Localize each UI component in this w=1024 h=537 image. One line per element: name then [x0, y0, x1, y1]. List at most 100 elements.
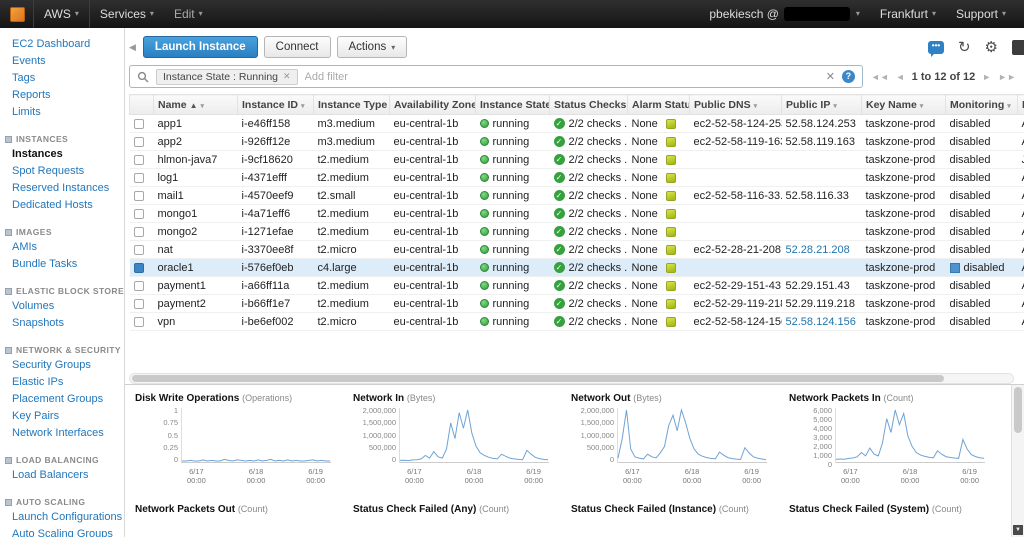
nav-support-menu[interactable]: Support ▾ — [946, 0, 1016, 28]
create-alarm-icon[interactable] — [666, 299, 676, 309]
create-alarm-icon[interactable] — [666, 173, 676, 183]
first-page-icon[interactable]: ◄◄ — [871, 72, 889, 82]
create-alarm-icon[interactable] — [666, 209, 676, 219]
scroll-down-icon[interactable]: ▼ — [1013, 525, 1023, 535]
collapse-sidebar-icon[interactable]: ◀ — [129, 42, 136, 53]
create-alarm-icon[interactable] — [666, 137, 676, 147]
gear-icon[interactable]: ⚙ — [985, 40, 998, 55]
chart-status-check-failed-instance[interactable]: Status Check Failed (Instance) (Count) — [571, 501, 789, 517]
sidebar-item-spot-requests[interactable]: Spot Requests — [0, 163, 124, 180]
row-checkbox[interactable] — [134, 119, 144, 129]
row-checkbox[interactable] — [134, 299, 144, 309]
sidebar-item-reports[interactable]: Reports — [0, 87, 124, 104]
sidebar-item-placement-groups[interactable]: Placement Groups — [0, 391, 124, 408]
chart-status-check-failed-system[interactable]: Status Check Failed (System) (Count) — [789, 501, 1007, 517]
table-row-app1[interactable]: app1i-e46ff158m3.mediumeu-central-1brunn… — [130, 115, 1024, 133]
column-header-monitoring[interactable]: Monitoring▾ — [946, 95, 1018, 115]
row-checkbox[interactable] — [134, 281, 144, 291]
feedback-icon[interactable]: ••• — [928, 41, 944, 54]
table-row-payment2[interactable]: payment2i-b66ff1e7t2.mediumeu-central-1b… — [130, 295, 1024, 313]
row-checkbox[interactable] — [134, 191, 144, 201]
chart-disk-write-operations[interactable]: Disk Write Operations (Operations)10.750… — [135, 390, 353, 485]
create-alarm-icon[interactable] — [666, 155, 676, 165]
sidebar-item-dedicated-hosts[interactable]: Dedicated Hosts — [0, 197, 124, 214]
table-row-mongo1[interactable]: mongo1i-4a71eff6t2.mediumeu-central-1bru… — [130, 205, 1024, 223]
column-header-instance-state[interactable]: Instance State▾ — [476, 95, 550, 115]
create-alarm-icon[interactable] — [666, 119, 676, 129]
column-header-status-checks[interactable]: Status Checks▾ — [550, 95, 628, 115]
public-ip-cell[interactable]: 52.28.21.208 — [782, 241, 862, 259]
column-header-availability-zone[interactable]: Availability Zone▾ — [390, 95, 476, 115]
table-row-nat[interactable]: nati-3370ee8ft2.microeu-central-1brunnin… — [130, 241, 1024, 259]
horizontal-scrollbar-thumb[interactable] — [132, 375, 944, 382]
horizontal-scrollbar[interactable] — [129, 373, 1014, 384]
column-header-alarm-status[interactable]: Alarm Status▾ — [628, 95, 690, 115]
table-row-hlmon-java7[interactable]: hlmon-java7i-9cf18620t2.mediumeu-central… — [130, 151, 1024, 169]
sidebar-item-key-pairs[interactable]: Key Pairs — [0, 408, 124, 425]
clear-filters-icon[interactable]: ✕ — [826, 70, 835, 83]
sidebar-item-snapshots[interactable]: Snapshots — [0, 315, 124, 332]
aws-logo-icon[interactable] — [10, 7, 25, 22]
nav-account-menu[interactable]: pbekiesch @ ▾ — [699, 0, 870, 28]
chart-network-packets-out[interactable]: Network Packets Out (Count) — [135, 501, 353, 517]
sidebar-item-security-groups[interactable]: Security Groups — [0, 357, 124, 374]
nav-menu-services[interactable]: Services ▾ — [90, 0, 164, 28]
nav-menu-aws[interactable]: AWS ▾ — [34, 0, 89, 28]
sidebar-item-bundle-tasks[interactable]: Bundle Tasks — [0, 256, 124, 273]
help-icon[interactable] — [1012, 40, 1024, 55]
create-alarm-icon[interactable] — [666, 245, 676, 255]
filter-chip[interactable]: Instance State : Running ✕ — [156, 69, 298, 85]
column-header-key-name[interactable]: Key Name▾ — [862, 95, 946, 115]
last-page-icon[interactable]: ►► — [998, 72, 1016, 82]
column-header-l[interactable]: L▾ — [1018, 95, 1024, 115]
row-checkbox[interactable] — [134, 317, 144, 327]
chart-network-out[interactable]: Network Out (Bytes)2,000,0001,500,0001,0… — [571, 390, 789, 485]
column-header-public-ip[interactable]: Public IP▾ — [782, 95, 862, 115]
create-alarm-icon[interactable] — [666, 281, 676, 291]
column-header-public-dns[interactable]: Public DNS▾ — [690, 95, 782, 115]
table-row-payment1[interactable]: payment1i-a66ff11at2.mediumeu-central-1b… — [130, 277, 1024, 295]
sidebar-item-elastic-ips[interactable]: Elastic IPs — [0, 374, 124, 391]
chart-network-packets-in[interactable]: Network Packets In (Count)6,0005,0004,00… — [789, 390, 1007, 485]
remove-filter-icon[interactable]: ✕ — [283, 71, 291, 82]
sidebar-item-volumes[interactable]: Volumes — [0, 298, 124, 315]
sidebar-item-instances[interactable]: Instances — [0, 146, 124, 163]
refresh-icon[interactable]: ↻ — [958, 40, 971, 55]
prev-page-icon[interactable]: ◄ — [896, 72, 905, 82]
sidebar-item-network-interfaces[interactable]: Network Interfaces — [0, 425, 124, 442]
row-checkbox[interactable] — [134, 137, 144, 147]
next-page-icon[interactable]: ► — [982, 72, 991, 82]
row-checkbox[interactable] — [134, 155, 144, 165]
table-row-vpn[interactable]: vpni-be6ef002t2.microeu-central-1brunnin… — [130, 313, 1024, 331]
filter-search-box[interactable]: Instance State : Running ✕ Add filter ✕ … — [129, 65, 863, 88]
create-alarm-icon[interactable] — [666, 191, 676, 201]
create-alarm-icon[interactable] — [666, 227, 676, 237]
row-checkbox[interactable] — [134, 227, 144, 237]
nav-menu-edit[interactable]: Edit ▾ — [164, 0, 213, 28]
actions-button[interactable]: Actions▾ — [337, 36, 408, 58]
column-header-name[interactable]: Name▲▾ — [154, 95, 238, 115]
sidebar-item-auto-scaling-groups[interactable]: Auto Scaling Groups — [0, 526, 124, 537]
sidebar-item-events[interactable]: Events — [0, 53, 124, 70]
table-row-mongo2[interactable]: mongo2i-1271efaet2.mediumeu-central-1bru… — [130, 223, 1024, 241]
filter-help-icon[interactable]: ? — [842, 70, 855, 83]
launch-instance-button[interactable]: Launch Instance — [143, 36, 258, 58]
chart-network-in[interactable]: Network In (Bytes)2,000,0001,500,0001,00… — [353, 390, 571, 485]
table-row-log1[interactable]: log1i-4371effft2.mediumeu-central-1brunn… — [130, 169, 1024, 187]
sidebar-item-reserved-instances[interactable]: Reserved Instances — [0, 180, 124, 197]
row-checkbox[interactable] — [134, 173, 144, 183]
column-header-instance-id[interactable]: Instance ID▾ — [238, 95, 314, 115]
sidebar-item-tags[interactable]: Tags — [0, 70, 124, 87]
connect-button[interactable]: Connect — [264, 36, 331, 58]
create-alarm-icon[interactable] — [666, 317, 676, 327]
column-header-checkbox[interactable] — [130, 95, 154, 115]
sidebar-item-launch-configurations[interactable]: Launch Configurations — [0, 509, 124, 526]
sidebar-item-limits[interactable]: Limits — [0, 104, 124, 121]
sidebar-item-amis[interactable]: AMIs — [0, 239, 124, 256]
public-ip-cell[interactable]: 52.58.124.156 — [782, 313, 862, 331]
sidebar-item-ec2-dashboard[interactable]: EC2 Dashboard — [0, 36, 124, 53]
vertical-scrollbar-thumb[interactable] — [1014, 387, 1022, 433]
table-row-app2[interactable]: app2i-926ff12em3.mediumeu-central-1brunn… — [130, 133, 1024, 151]
row-checkbox[interactable] — [134, 245, 144, 255]
chart-status-check-failed-any[interactable]: Status Check Failed (Any) (Count) — [353, 501, 571, 517]
